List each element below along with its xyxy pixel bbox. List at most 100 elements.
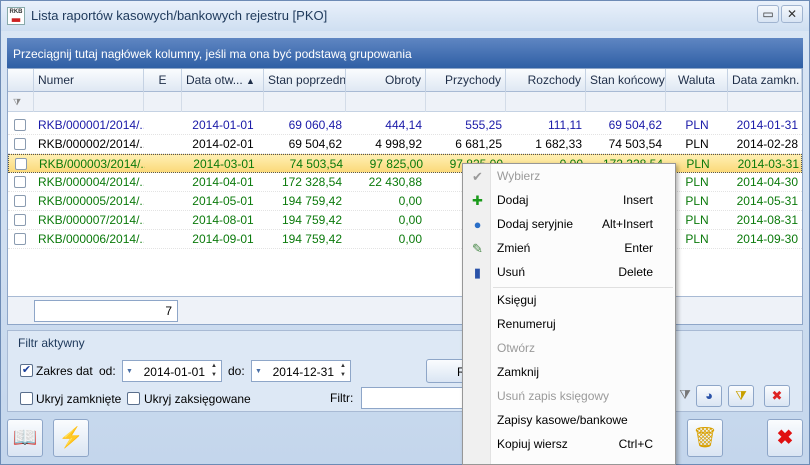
row-checkbox[interactable] [14, 233, 26, 245]
filter-panel: Filtr aktywny ✔ Zakres dat od: ▼ 2014-01… [7, 330, 803, 412]
column-header-przychody[interactable]: Przychody [426, 69, 506, 92]
row-checkbox[interactable] [14, 195, 26, 207]
open-book-button[interactable]: 📖 [7, 419, 43, 457]
edit-icon: ✎ [472, 241, 483, 256]
cell-data-zamkn: 2014-03-31 [737, 157, 799, 171]
menu-item-1[interactable]: ✚ Dodaj Insert [463, 189, 675, 212]
close-icon: ✕ [786, 7, 798, 21]
menu-item-label: Dodaj [497, 193, 529, 207]
row-checkbox[interactable] [14, 176, 26, 188]
column-header-stan-poprzedni[interactable]: Stan poprzedni [264, 69, 346, 92]
cell-obroty: 0,00 [398, 194, 422, 208]
grid-rows: RKB/000001/2014/... 2014-01-01 69 060,48 44… [8, 116, 802, 296]
cell-e [144, 135, 182, 154]
table-row[interactable]: RKB/000001/2014/... 2014-01-01 69 060,48 44… [8, 116, 802, 135]
ukryj-zamkniete-checkbox[interactable] [20, 392, 33, 405]
delete-bin-button[interactable]: 🗑 [687, 419, 723, 457]
menu-item-3[interactable]: ✎ Zmień Enter [463, 237, 675, 260]
column-header-rozchody[interactable]: Rozchody [506, 69, 586, 92]
spin-arrows-icon[interactable]: ▲ ▼ [338, 362, 348, 380]
cell-data-otw: 2014-02-01 [192, 137, 254, 151]
menu-item-6[interactable]: Renumeruj [463, 313, 675, 336]
cell-obroty: 444,14 [385, 118, 422, 132]
grid-footer: 7 [8, 296, 802, 324]
menu-item-0: ✔ Wybierz [463, 165, 675, 188]
title-bar[interactable]: RKB ▄▄ Lista raportów kasowych/bankowych … [1, 1, 809, 31]
lightning-button[interactable]: ⚡ [53, 419, 89, 457]
cell-e [144, 116, 182, 135]
menu-item-label: Wybierz [497, 169, 541, 183]
reports-grid: Numer E Data otw... ▲ Stan poprzedni Obr… [7, 68, 803, 325]
record-count: 7 [34, 300, 178, 322]
clear-filter-icon[interactable]: ✖ [764, 385, 790, 407]
column-header-data-otw[interactable]: Data otw... ▲ [182, 69, 264, 92]
menu-item-shortcut: Delete [618, 265, 653, 279]
cell-stan-poprzedni: 172 328,54 [281, 175, 342, 189]
cell-obroty: 22 430,88 [368, 175, 422, 189]
advanced-filter-icon[interactable]: ◕ [696, 385, 722, 407]
table-row[interactable]: RKB/000007/2014/... 2014-08-01 194 759,42 0… [8, 211, 802, 230]
menu-item-8[interactable]: Zamknij [463, 361, 675, 384]
zakres-dat-label: Zakres dat [36, 364, 93, 378]
close-button[interactable]: ✖ [767, 419, 803, 457]
grid-filter-row[interactable]: ⧩ [8, 92, 802, 112]
group-by-area[interactable]: Przeciągnij tutaj nagłówek kolumny, jeśl… [7, 38, 803, 68]
cell-rozchody: 1 682,33 [535, 137, 582, 151]
menu-item-shortcut: Insert [622, 193, 653, 207]
cell-data-otw: 2014-09-01 [192, 232, 254, 246]
cell-waluta: PLN [685, 137, 709, 151]
table-row[interactable]: RKB/000003/2014/... 2014-03-01 74 503,54 97… [8, 154, 802, 173]
cell-numer: RKB/000007/2014/... [38, 213, 144, 227]
menu-item-shortcut: Ctrl+C [618, 437, 653, 451]
ukryj-zaksiegowane-checkbox[interactable] [127, 392, 140, 405]
minimize-button[interactable]: ▭ [757, 5, 779, 23]
column-header-waluta[interactable]: Waluta [666, 69, 728, 92]
cell-data-otw: 2014-01-01 [192, 118, 254, 132]
table-row[interactable]: RKB/000004/2014/... 2014-04-01 172 328,54 2… [8, 173, 802, 192]
menu-item-label: Kopiuj wiersz [497, 437, 568, 451]
cell-obroty: 4 998,92 [375, 137, 422, 151]
trash-bin-icon: 🗑 [692, 427, 718, 449]
cell-e [144, 230, 182, 249]
column-header-numer[interactable]: Numer [34, 69, 144, 92]
calendar-dropdown-icon[interactable]: ▼ [255, 368, 262, 375]
table-row[interactable]: RKB/000005/2014/... 2014-05-01 194 759,42 0… [8, 192, 802, 211]
calendar-dropdown-icon[interactable]: ▼ [126, 368, 133, 375]
cell-przychody: 555,25 [465, 118, 502, 132]
zakres-dat-checkbox[interactable]: ✔ [20, 364, 33, 377]
od-date-field[interactable]: ▼ 2014-01-01 ▲ ▼ [122, 360, 222, 382]
filter-settings-icon[interactable]: ⧩ [728, 385, 754, 407]
cell-data-zamkn: 2014-02-28 [736, 137, 798, 151]
cell-data-zamkn: 2014-09-30 [736, 232, 798, 246]
do-date-field[interactable]: ▼ 2014-12-31 ▲ ▼ [251, 360, 351, 382]
row-checkbox[interactable] [14, 119, 26, 131]
cell-stan-poprzedni: 69 060,48 [288, 118, 342, 132]
cell-numer: RKB/000001/2014/... [38, 118, 144, 132]
close-window-button[interactable]: ✕ [781, 5, 803, 23]
filtr-input[interactable] [361, 387, 471, 409]
table-row[interactable]: RKB/000002/2014/... 2014-02-01 69 504,62 4 … [8, 135, 802, 154]
row-checkbox[interactable] [15, 158, 27, 170]
menu-item-10[interactable]: Zapisy kasowe/bankowe [463, 409, 675, 432]
menu-item-11[interactable]: Kopiuj wiersz Ctrl+C [463, 433, 675, 456]
cell-obroty: 0,00 [398, 213, 422, 227]
menu-item-5[interactable]: Księguj [463, 289, 675, 312]
menu-item-2[interactable]: ● Dodaj seryjnie Alt+Insert [463, 213, 675, 236]
row-checkbox[interactable] [14, 138, 26, 150]
cell-numer: RKB/000005/2014/... [38, 194, 144, 208]
spin-arrows-icon[interactable]: ▲ ▼ [209, 362, 219, 380]
row-checkbox[interactable] [14, 214, 26, 226]
column-header-e[interactable]: E [144, 69, 182, 92]
filter-panel-title: Filtr aktywny [18, 336, 85, 350]
menu-separator [493, 287, 673, 288]
table-row[interactable]: RKB/000006/2014/... 2014-09-01 194 759,42 0… [8, 230, 802, 249]
column-header-data-zamkn[interactable]: Data zamkn. [728, 69, 802, 92]
header-checkbox-col [8, 69, 34, 92]
menu-item-label: Zapisy kasowe/bankowe [497, 413, 628, 427]
column-header-obroty[interactable]: Obroty [346, 69, 426, 92]
cell-data-otw: 2014-04-01 [192, 175, 254, 189]
column-header-stan-koncowy[interactable]: Stan końcowy [586, 69, 666, 92]
cell-stan-koncowy: 74 503,54 [608, 137, 662, 151]
menu-item-4[interactable]: ▮ Usuń Delete [463, 261, 675, 284]
cell-stan-poprzedni: 194 759,42 [281, 232, 342, 246]
